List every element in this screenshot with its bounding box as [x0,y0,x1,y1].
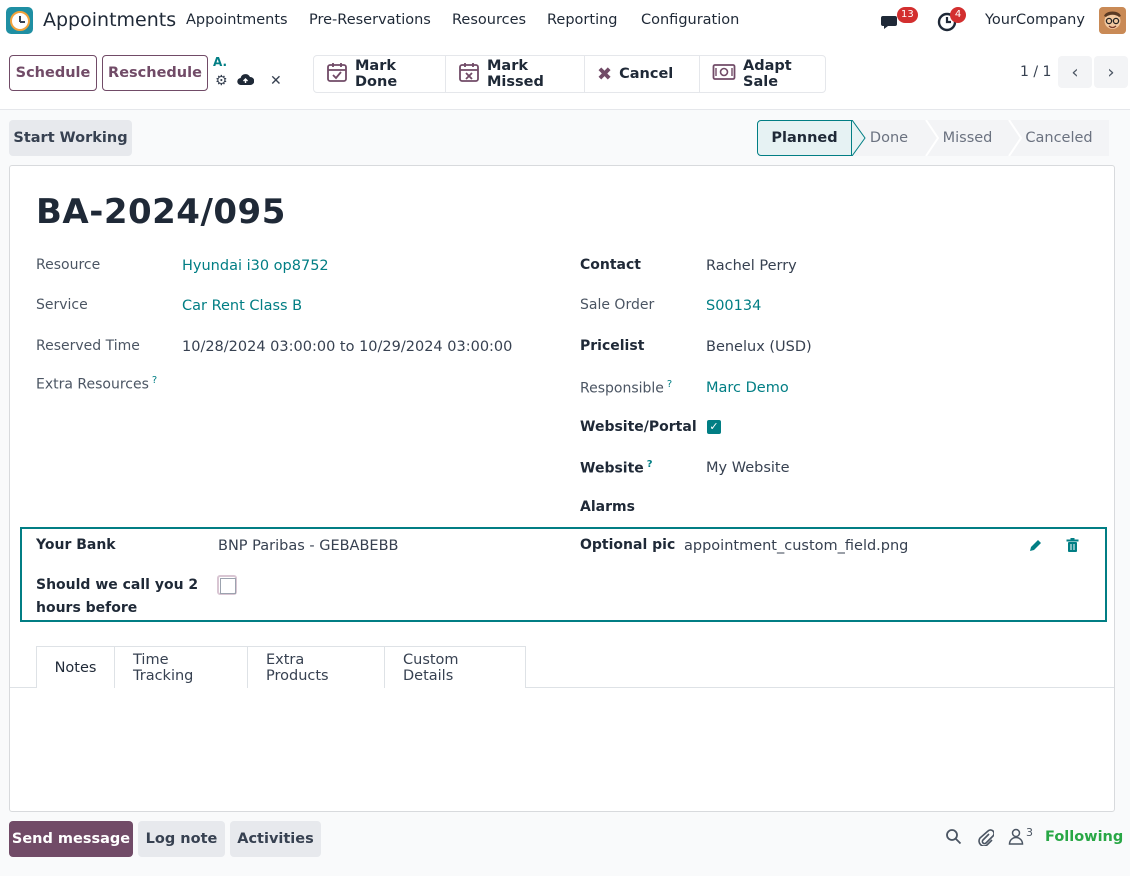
cancel-label: Cancel [619,66,674,82]
control-panel: Schedule Reschedule A. ⚙ ✕ Mark Done Mar… [0,42,1130,110]
pager-previous-button[interactable]: ‹ [1058,56,1092,88]
adapt-sale-button[interactable]: Adapt Sale [700,56,825,92]
extra-resources-label: Extra Resources? [36,375,158,393]
cloud-save-icon[interactable] [237,73,255,90]
followers-count: 3 [1026,826,1033,839]
website-value[interactable]: My Website [706,460,790,476]
help-icon[interactable]: ? [667,379,672,390]
activities-button[interactable]: Activities [230,821,321,857]
menu-configuration[interactable]: Configuration [641,12,739,28]
chevron-right-icon: › [1107,61,1115,83]
app-name[interactable]: Appointments [43,9,176,31]
calendar-x-icon [458,61,480,87]
top-navbar: Appointments Appointments Pre-Reservatio… [0,0,1130,42]
cancel-button[interactable]: ✖ Cancel [585,56,700,92]
menu-pre-reservations[interactable]: Pre-Reservations [309,12,431,28]
pager-next-button[interactable]: › [1094,56,1128,88]
call-before-label-line1: Should we call you 2 [36,577,199,593]
chevron-left-icon: ‹ [1071,61,1079,83]
appointments-app-icon[interactable] [6,7,33,34]
company-switcher[interactable]: YourCompany [985,12,1085,28]
website-label: Website? [580,459,653,477]
pricelist-label: Pricelist [580,338,645,354]
resource-value[interactable]: Hyundai i30 op8752 [182,258,329,274]
sale-order-value[interactable]: S00134 [706,298,761,314]
form-sheet [9,165,1115,812]
mark-done-label: Mark Done [355,58,398,90]
help-icon[interactable]: ? [152,375,157,386]
tab-custom-details[interactable]: Custom Details [384,646,526,688]
pager-value[interactable]: 1 / 1 [1020,64,1051,80]
pencil-edit-icon[interactable] [1028,538,1043,557]
website-portal-label: Website/Portal [580,419,697,435]
schedule-button[interactable]: Schedule [9,55,97,91]
gear-icon[interactable]: ⚙ [215,73,228,89]
activities-badge: 4 [950,7,966,23]
messages-badge: 13 [897,7,918,23]
tab-notes[interactable]: Notes [36,646,115,688]
sale-order-label: Sale Order [580,297,655,313]
resource-label: Resource [36,257,101,273]
contact-value[interactable]: Rachel Perry [706,258,797,274]
your-bank-value[interactable]: BNP Paribas - GEBABEBB [218,538,398,554]
followers-user-icon[interactable] [1008,828,1024,849]
breadcrumb-record[interactable]: A. [213,55,227,69]
mark-done-button[interactable]: Mark Done [314,56,446,92]
optional-pic-value[interactable]: appointment_custom_field.png [684,538,908,554]
call-before-checkbox[interactable] [217,575,237,595]
cancel-x-icon: ✖ [597,63,613,85]
optional-pic-label: Optional pic [580,537,676,553]
service-label: Service [36,297,88,313]
reserved-time-value[interactable]: 10/28/2024 03:00:00 to 10/29/2024 03:00:… [182,339,512,355]
tab-time-tracking[interactable]: Time Tracking [114,646,248,688]
menu-reporting[interactable]: Reporting [547,12,618,28]
user-avatar[interactable] [1099,7,1126,34]
service-value[interactable]: Car Rent Class B [182,298,302,314]
log-note-button[interactable]: Log note [138,821,225,857]
calendar-check-icon [326,61,348,87]
menu-resources[interactable]: Resources [452,12,526,28]
discard-icon[interactable]: ✕ [270,73,282,89]
start-working-button[interactable]: Start Working [9,120,132,156]
search-icon[interactable] [945,828,962,849]
menu-appointments[interactable]: Appointments [186,12,288,28]
responsible-value[interactable]: Marc Demo [706,380,789,396]
mark-missed-button[interactable]: Mark Missed [446,56,585,92]
your-bank-label: Your Bank [36,537,116,553]
pricelist-value[interactable]: Benelux (USD) [706,339,812,355]
tab-extra-products[interactable]: Extra Products [247,646,385,688]
notebook-tabs: Notes Time Tracking Extra Products Custo… [36,646,526,688]
trash-icon[interactable] [1066,538,1079,557]
responsible-label: Responsible? [580,379,673,397]
alarms-label: Alarms [580,499,635,515]
status-arrows [851,120,1023,156]
reschedule-button[interactable]: Reschedule [102,55,208,91]
paperclip-icon[interactable] [977,828,995,850]
contact-label: Contact [580,257,641,273]
send-message-button[interactable]: Send message [9,821,133,857]
reserved-time-label: Reserved Time [36,338,140,354]
money-bill-icon [712,63,736,85]
mark-missed-label: Mark Missed [487,58,544,90]
following-button[interactable]: Following [1045,829,1123,845]
call-before-label-line2: hours before [36,600,138,616]
help-icon[interactable]: ? [647,459,653,470]
custom-fields-group [20,527,1107,622]
active-tab-cover [37,686,114,689]
record-title[interactable]: BA-2024/095 [36,192,286,232]
website-portal-checkbox[interactable]: ✓ [707,420,721,434]
action-button-group: Mark Done Mark Missed ✖ Cancel Adapt Sal… [313,55,826,93]
adapt-sale-label: Adapt Sale [743,58,792,90]
